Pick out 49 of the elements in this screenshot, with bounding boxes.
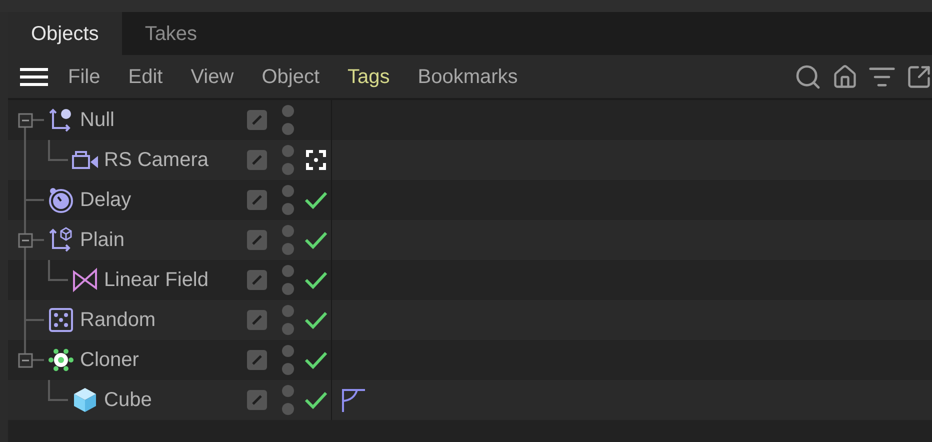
check-icon[interactable] [304,310,328,330]
tab[interactable]: Objects [8,12,122,55]
home-icon[interactable] [832,64,858,90]
field-icon [71,266,99,294]
focus-target-icon[interactable] [306,150,326,170]
object-row[interactable]: Cube [8,380,932,420]
phong-tag-icon[interactable] [340,387,366,413]
visibility-dots-icon[interactable] [281,184,295,216]
check-icon[interactable] [304,390,328,410]
axis-cube-icon [47,226,75,254]
dice-icon [47,306,75,334]
tab[interactable]: Takes [122,12,220,55]
visibility-dots-icon[interactable] [281,384,295,416]
menu-item[interactable]: Edit [114,62,177,92]
object-name: Random [80,308,156,333]
object-row[interactable]: Plain [8,220,932,260]
object-name: Plain [80,228,124,253]
object-name: Cloner [80,348,139,373]
collapse-icon[interactable] [18,353,33,368]
menu-item[interactable]: File [54,62,114,92]
external-window-icon[interactable] [906,64,932,90]
menu-item[interactable]: Tags [334,62,404,92]
object-name: Linear Field [104,268,209,293]
visibility-dots-icon[interactable] [281,264,295,296]
object-row[interactable]: Random [8,300,932,340]
visibility-dots-icon[interactable] [281,144,295,176]
collapse-icon[interactable] [18,233,33,248]
object-name: RS Camera [104,148,208,173]
visibility-dots-icon[interactable] [281,224,295,256]
cube-icon [71,386,99,414]
check-icon[interactable] [304,190,328,210]
visibility-dots-icon[interactable] [281,344,295,376]
check-icon[interactable] [304,270,328,290]
menu-item[interactable]: Bookmarks [404,62,532,92]
stopwatch-icon [47,186,75,214]
object-name: Delay [80,188,132,213]
collapse-icon[interactable] [18,113,33,128]
visibility-dots-icon[interactable] [281,304,295,336]
visibility-dots-icon[interactable] [281,104,295,136]
object-name: Cube [104,388,152,413]
menu-item[interactable]: Object [248,62,334,92]
check-icon[interactable] [304,230,328,250]
search-icon[interactable] [794,62,822,90]
object-row[interactable]: RS Camera [8,140,932,180]
object-name: Null [80,108,114,133]
check-icon[interactable] [304,350,328,370]
cloner-icon [47,346,75,374]
menu-item[interactable]: View [176,62,248,92]
menu-icon[interactable] [20,66,48,86]
